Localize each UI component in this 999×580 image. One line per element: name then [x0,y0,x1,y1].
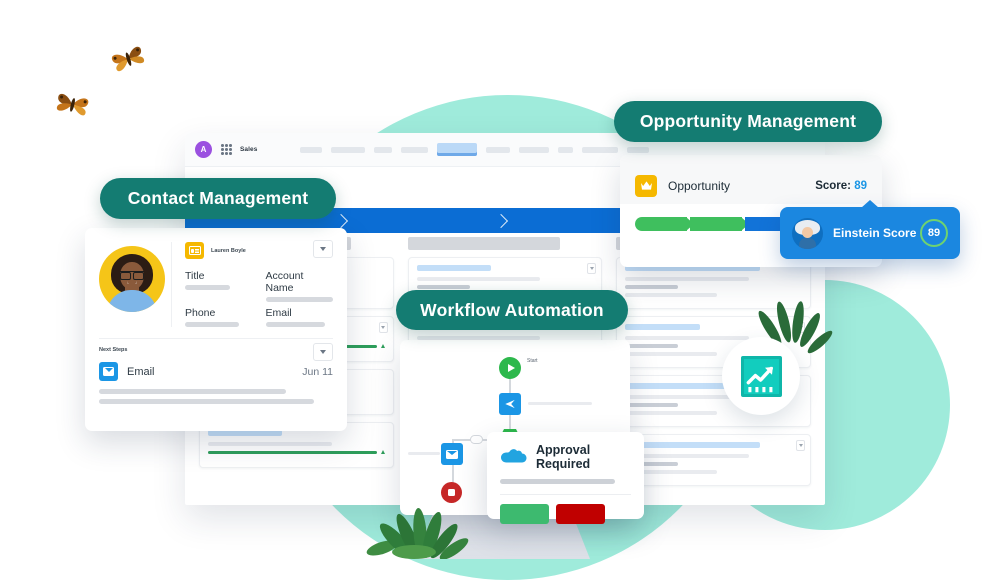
stage-chevron-complete-1[interactable] [635,217,694,231]
avatar [99,246,165,312]
nav-tab-3[interactable] [373,146,392,153]
field-value [185,322,239,327]
nav-tab-4[interactable] [400,146,428,153]
approval-title: Approval Required [536,443,591,471]
reject-button[interactable] [556,504,605,524]
start-node[interactable] [499,357,521,379]
field-value [185,285,230,290]
task-row[interactable]: Email Jun 11 [99,362,333,381]
connector [452,465,454,483]
chevron-down-icon[interactable] [313,240,333,258]
opportunity-header: Opportunity Score: 89 [620,155,882,204]
trending-up-chart-icon [740,355,782,397]
app-name-label: Sales [240,146,258,153]
grid-icon[interactable] [221,144,232,155]
path-stage-2[interactable] [345,208,505,233]
contact-name: Lauren Boyle [211,247,246,254]
approval-required-popup[interactable]: Approval Required [487,432,644,524]
label-pill-workflow-automation: Workflow Automation [396,290,628,330]
einstein-avatar-icon [792,217,823,249]
connector [509,379,511,393]
crown-icon [635,174,657,197]
start-node-label: Start [527,358,538,364]
contact-fields: Lauren Boyle Title Account Name Phone Em… [171,240,333,327]
field-value [265,322,325,327]
task-name: Email [127,365,155,378]
field-value [265,297,333,302]
connector-node [470,435,483,444]
node-label-placeholder [408,452,440,455]
email-icon [99,362,118,381]
stage-chevron-complete-2[interactable] [690,217,749,231]
connector [509,415,511,429]
butterfly-icon-1 [111,46,145,72]
contact-top-section: Lauren Boyle Title Account Name Phone Em… [99,240,333,327]
einstein-score-value: 89 [920,219,948,247]
nav-tab-7[interactable] [518,146,549,153]
send-icon [505,399,515,409]
score-value: 89 [854,179,867,192]
field-email: Email [265,307,334,327]
card-menu-icon[interactable] [796,440,806,451]
next-steps-label: Next Steps [99,347,128,353]
label-pill-opportunity-management: Opportunity Management [614,101,882,142]
einstein-score-badge[interactable]: Einstein Score 89 [780,207,960,259]
nav-tab-1[interactable] [299,146,322,153]
approval-header: Approval Required [500,443,631,471]
card-menu-icon[interactable] [587,263,597,274]
card-menu-icon[interactable] [378,322,388,333]
next-steps-row: Next Steps [99,343,333,361]
nav-tab-10[interactable] [626,146,649,153]
nav-tab-active[interactable] [436,143,477,156]
nav-tab-2[interactable] [330,146,365,153]
approval-subtext-placeholder [500,479,616,484]
salesforce-cloud-icon [500,448,527,466]
chevron-down-icon[interactable] [313,343,333,361]
column-header [407,237,560,250]
analytics-badge[interactable] [722,337,800,415]
butterfly-icon-2 [56,93,89,116]
task-date: Jun 11 [302,365,333,378]
user-avatar[interactable]: A [195,141,212,158]
nav-tab-6[interactable] [485,146,510,153]
task-detail-lines [99,389,333,404]
label-pill-contact-management: Contact Management [100,178,336,219]
nav-tab-9[interactable] [581,146,618,153]
contact-field-grid: Title Account Name Phone Email [185,270,333,327]
score-label: Score: 89 [815,180,867,192]
approval-actions [500,504,631,524]
contact-management-card[interactable]: Lauren Boyle Title Account Name Phone Em… [85,228,347,431]
nav-tab-8[interactable] [557,146,573,153]
divider [500,494,631,495]
score-text: Score: [815,179,851,192]
einstein-score-label: Einstein Score [833,226,917,240]
kanban-card[interactable] [616,434,812,486]
field-account-name: Account Name [265,270,333,302]
illustration-stage: A Sales Lauren Boyle Title Account Name … [0,0,999,580]
leaf-frond-bottom [366,508,469,559]
send-node[interactable] [499,393,521,415]
nav-tab-list [299,143,649,156]
approve-button[interactable] [500,504,549,524]
field-title: Title [185,270,253,302]
divider [99,338,333,339]
progress-indicator [208,450,385,454]
opportunity-title: Opportunity [668,178,731,193]
contact-header-row: Lauren Boyle [185,240,333,259]
email-node[interactable] [441,443,463,465]
field-phone: Phone [185,307,253,327]
stop-node[interactable] [441,482,462,503]
contact-photo-wrapper [99,242,171,327]
node-label-placeholder [528,402,592,405]
contact-card-icon [185,242,204,259]
email-icon [446,449,458,459]
